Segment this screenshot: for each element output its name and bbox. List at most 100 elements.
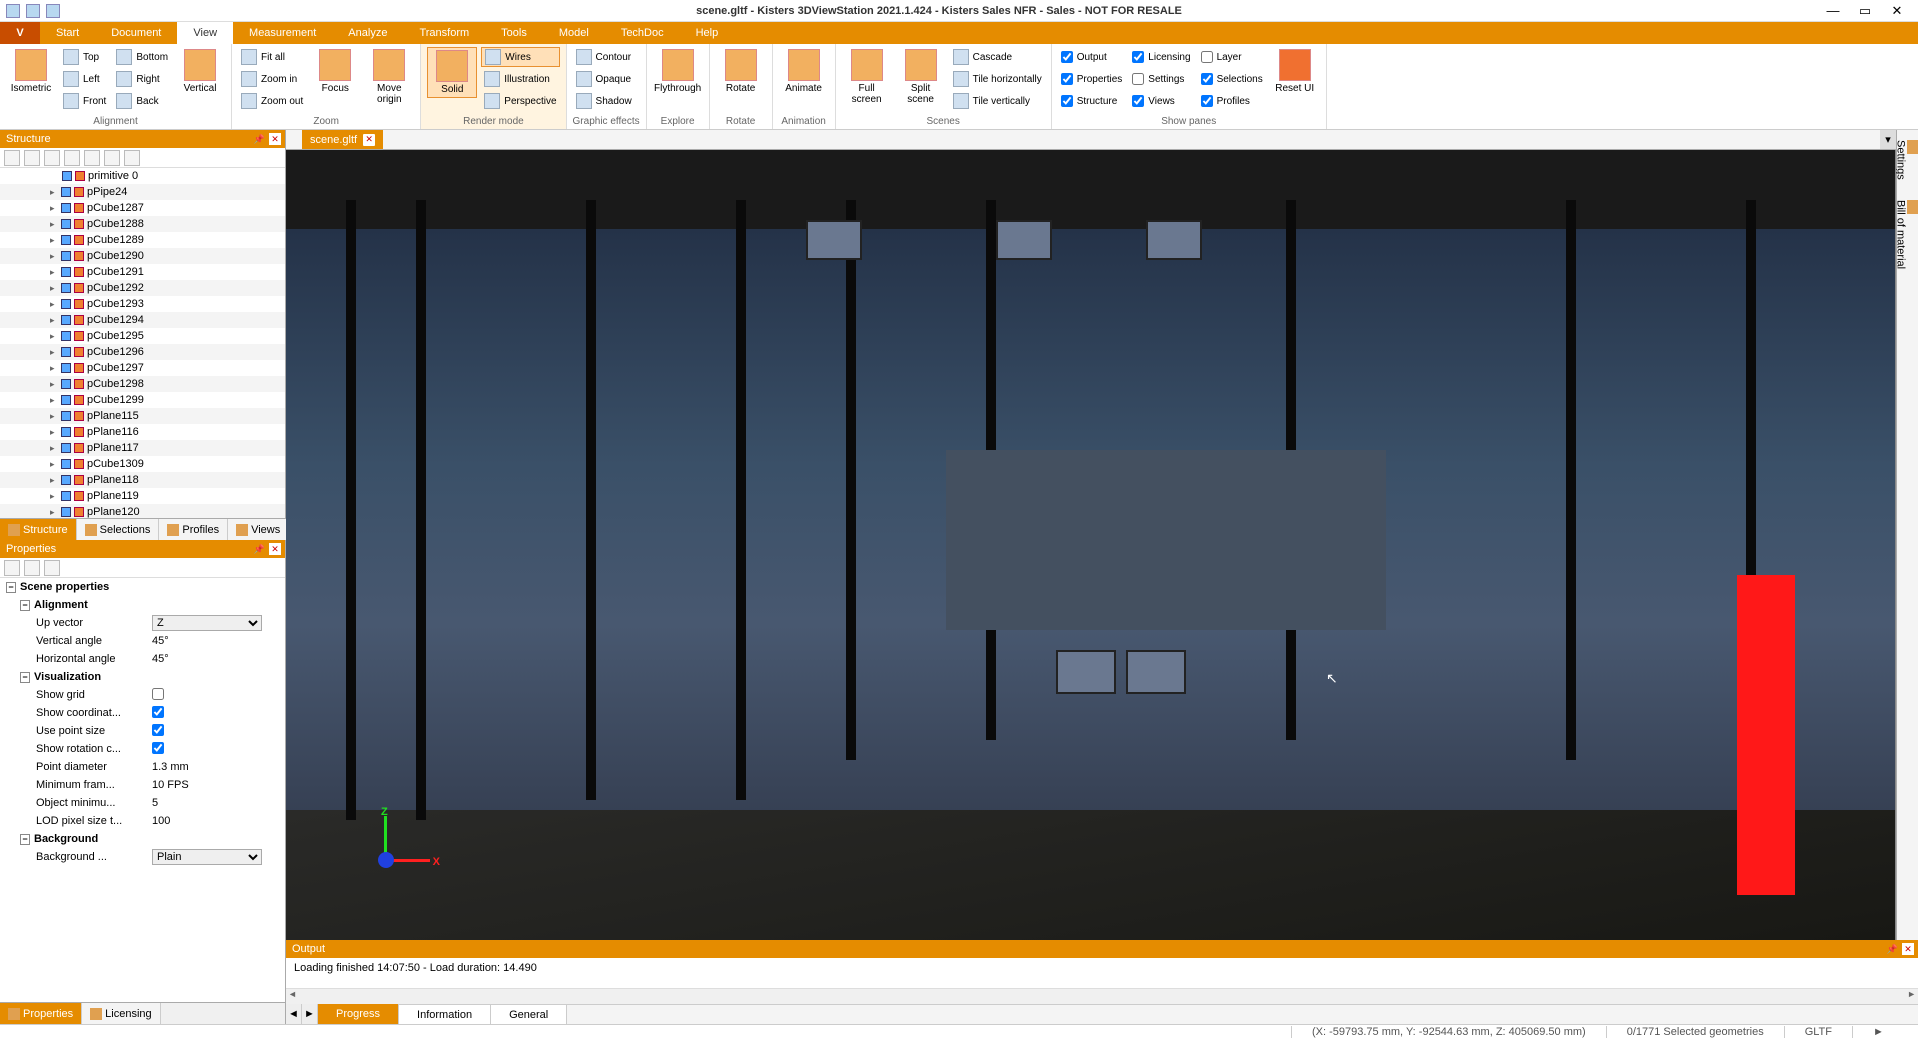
show-coord-check[interactable]	[152, 706, 164, 718]
tree-node[interactable]: ▸pPlane120	[0, 504, 285, 518]
visibility-check-icon[interactable]	[61, 347, 71, 357]
expand-icon[interactable]: ▸	[50, 347, 58, 358]
reset-ui-button[interactable]: Reset UI	[1270, 47, 1320, 96]
vtab-settings[interactable]: Settings	[1893, 134, 1918, 186]
tree-btn-5[interactable]	[84, 150, 100, 166]
axis-gizmo[interactable]: Z X	[366, 810, 436, 880]
pane-profiles[interactable]: Profiles	[1198, 91, 1266, 111]
tree-node[interactable]: ▸pCube1291	[0, 264, 285, 280]
prop-min-fram[interactable]: Minimum fram...10 FPS	[0, 776, 285, 794]
expand-icon[interactable]: ▸	[50, 459, 58, 470]
visibility-check-icon[interactable]	[61, 379, 71, 389]
bg-select[interactable]: Plain	[152, 849, 262, 865]
tree-node[interactable]: ▸pCube1309	[0, 456, 285, 472]
output-text[interactable]: Loading finished 14:07:50 - Load duratio…	[286, 958, 1918, 988]
tree-btn-3[interactable]	[44, 150, 60, 166]
visibility-check-icon[interactable]	[61, 235, 71, 245]
prop-btn-2[interactable]	[24, 560, 40, 576]
pane-output[interactable]: Output	[1058, 47, 1126, 67]
3d-viewport[interactable]: Z X ↖	[286, 150, 1896, 940]
close-button[interactable]: ✕	[1888, 2, 1906, 20]
qat-btn-2[interactable]	[26, 4, 40, 18]
expand-icon[interactable]: ▸	[50, 395, 58, 406]
visibility-check-icon[interactable]	[61, 251, 71, 261]
visualization-group[interactable]: −Visualization	[0, 668, 285, 686]
tree-btn-4[interactable]	[64, 150, 80, 166]
expand-icon[interactable]: ▸	[50, 363, 58, 374]
prop-background[interactable]: Background ...Plain	[0, 848, 285, 866]
tile-v-button[interactable]: Tile vertically	[950, 91, 1045, 111]
pane-structure[interactable]: Structure	[1058, 91, 1126, 111]
pin-icon[interactable]: 📌	[254, 134, 265, 145]
contour-button[interactable]: Contour	[573, 47, 635, 67]
expand-icon[interactable]: ▸	[50, 315, 58, 326]
ribbon-tab-model[interactable]: Model	[543, 22, 605, 44]
wires-button[interactable]: Wires	[481, 47, 559, 67]
perspective-button[interactable]: Perspective	[481, 91, 559, 111]
expand-icon[interactable]: ▸	[50, 379, 58, 390]
ribbon-tab-measurement[interactable]: Measurement	[233, 22, 332, 44]
expand-icon[interactable]: ▸	[50, 235, 58, 246]
prop-show-rotation[interactable]: Show rotation c...	[0, 740, 285, 758]
prop-horizontal-angle[interactable]: Horizontal angle45°	[0, 650, 285, 668]
prop-up-vector[interactable]: Up vectorZ	[0, 614, 285, 632]
tree-node[interactable]: ▸pCube1296	[0, 344, 285, 360]
visibility-check-icon[interactable]	[61, 267, 71, 277]
tab-licensing[interactable]: Licensing	[82, 1003, 160, 1024]
tree-node[interactable]: ▸pCube1287	[0, 200, 285, 216]
show-rotation-check[interactable]	[152, 742, 164, 754]
expand-icon[interactable]: ▸	[50, 283, 58, 294]
illustration-button[interactable]: Illustration	[481, 69, 559, 89]
pane-selections[interactable]: Selections	[1198, 69, 1266, 89]
visibility-check-icon[interactable]	[61, 459, 71, 469]
ribbon-tab-document[interactable]: Document	[95, 22, 177, 44]
tab-properties[interactable]: Properties	[0, 1003, 82, 1024]
cascade-button[interactable]: Cascade	[950, 47, 1045, 67]
ribbon-tab-transform[interactable]: Transform	[403, 22, 485, 44]
visibility-check-icon[interactable]	[61, 411, 71, 421]
tree-node[interactable]: ▸pPlane115	[0, 408, 285, 424]
expand-icon[interactable]: ▸	[50, 491, 58, 502]
animate-button[interactable]: Animate	[779, 47, 829, 96]
tab-views[interactable]: Views	[228, 519, 289, 540]
tree-node[interactable]: ▸pCube1294	[0, 312, 285, 328]
expand-icon[interactable]: ▸	[50, 203, 58, 214]
tree-node[interactable]: ▸pCube1297	[0, 360, 285, 376]
right-button[interactable]: Right	[113, 69, 171, 89]
full-screen-button[interactable]: Full screen	[842, 47, 892, 107]
prop-vertical-angle[interactable]: Vertical angle45°	[0, 632, 285, 650]
expand-icon[interactable]: ▸	[50, 411, 58, 422]
ribbon-tab-analyze[interactable]: Analyze	[332, 22, 403, 44]
vertical-button[interactable]: Vertical	[175, 47, 225, 96]
tree-node[interactable]: ▸pCube1289	[0, 232, 285, 248]
expand-icon[interactable]: ▸	[50, 187, 58, 198]
output-hscroll[interactable]	[286, 988, 1918, 1004]
visibility-check-icon[interactable]	[61, 331, 71, 341]
tab-profiles[interactable]: Profiles	[159, 519, 228, 540]
tree-btn-6[interactable]	[104, 150, 120, 166]
visibility-check-icon[interactable]	[61, 283, 71, 293]
close-panel-icon[interactable]: ✕	[269, 543, 281, 555]
visibility-check-icon[interactable]	[61, 363, 71, 373]
expand-icon[interactable]: ▸	[50, 475, 58, 486]
visibility-check-icon[interactable]	[62, 171, 72, 181]
solid-button[interactable]: Solid	[427, 47, 477, 98]
out-tab-general[interactable]: General	[491, 1004, 567, 1024]
vtab-bom[interactable]: Bill of material	[1893, 194, 1918, 275]
left-button[interactable]: Left	[60, 69, 109, 89]
visibility-check-icon[interactable]	[61, 203, 71, 213]
ribbon-tab-tools[interactable]: Tools	[485, 22, 543, 44]
back-button[interactable]: Back	[113, 91, 171, 111]
prop-lod[interactable]: LOD pixel size t...100	[0, 812, 285, 830]
tree-btn-7[interactable]	[124, 150, 140, 166]
pin-icon[interactable]: 📌	[1887, 944, 1898, 955]
prop-use-point-size[interactable]: Use point size	[0, 722, 285, 740]
scene-properties-group[interactable]: −Scene properties	[0, 578, 285, 596]
expand-icon[interactable]: ▸	[50, 219, 58, 230]
expand-icon[interactable]: ▸	[50, 427, 58, 438]
expand-icon[interactable]: ▸	[50, 267, 58, 278]
expand-icon[interactable]: ▸	[50, 443, 58, 454]
tree-node[interactable]: ▸pPlane118	[0, 472, 285, 488]
out-tab-progress[interactable]: Progress	[318, 1004, 399, 1024]
pin-icon[interactable]: 📌	[254, 544, 265, 555]
